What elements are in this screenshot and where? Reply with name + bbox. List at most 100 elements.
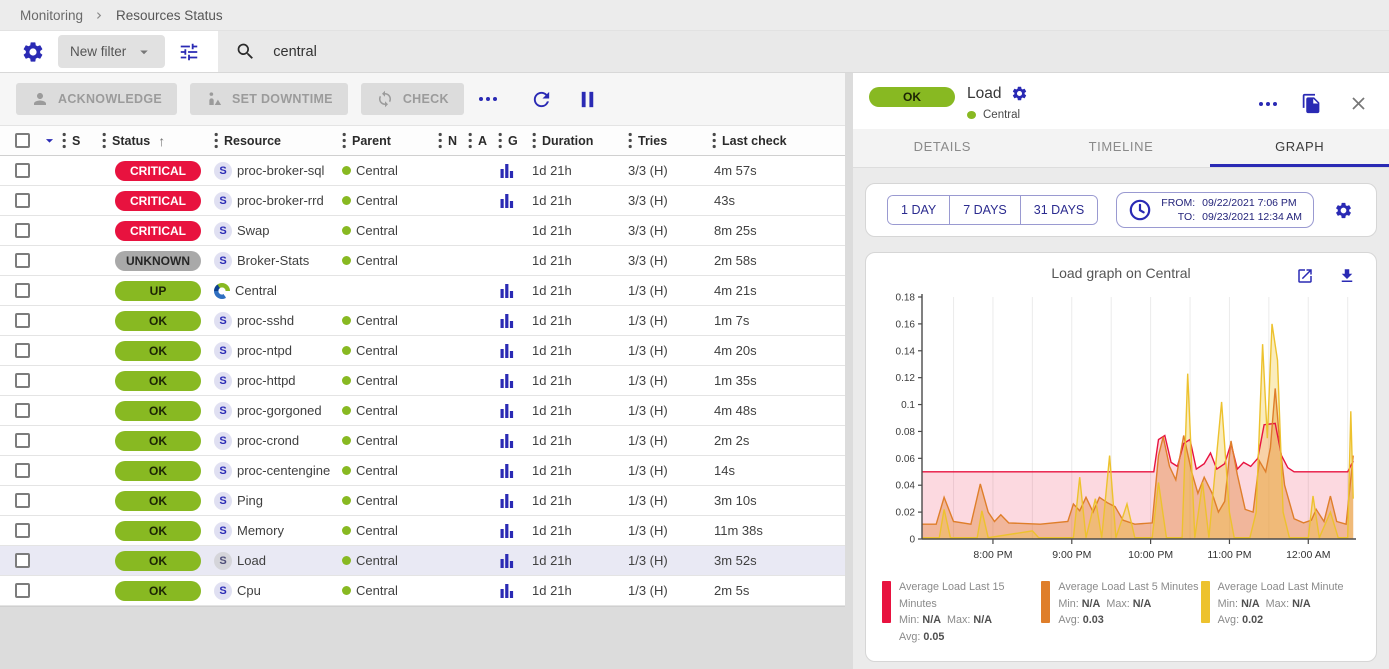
table-row[interactable]: OKSproc-httpdCentral1d 21h1/3 (H)1m 35s bbox=[0, 366, 845, 396]
row-checkbox[interactable] bbox=[15, 283, 30, 298]
drag-handle-icon[interactable] bbox=[102, 132, 107, 149]
drag-handle-icon[interactable] bbox=[342, 132, 347, 149]
graph-bars-icon[interactable] bbox=[498, 371, 516, 390]
range-button-1-day[interactable]: 1 DAY bbox=[888, 196, 950, 224]
parent-up-dot bbox=[342, 436, 351, 445]
new-filter-dropdown[interactable]: New filter bbox=[58, 35, 165, 68]
tab-graph[interactable]: GRAPH bbox=[1210, 129, 1389, 167]
graph-settings-gear-icon[interactable] bbox=[1332, 199, 1355, 222]
table-row[interactable]: CRITICALSproc-broker-sqlCentral1d 21h3/3… bbox=[0, 156, 845, 186]
tab-details[interactable]: DETAILS bbox=[853, 129, 1032, 167]
row-checkbox[interactable] bbox=[15, 343, 30, 358]
range-button-7-days[interactable]: 7 DAYS bbox=[950, 196, 1021, 224]
drag-handle-icon[interactable] bbox=[438, 132, 443, 149]
panel-more-actions-icon[interactable] bbox=[1259, 102, 1277, 106]
sort-asc-icon[interactable]: ↑ bbox=[158, 133, 165, 149]
row-checkbox[interactable] bbox=[15, 313, 30, 328]
column-label: A bbox=[478, 134, 487, 148]
graph-bars-icon[interactable] bbox=[498, 161, 516, 180]
table-row[interactable]: OKSproc-crondCentral1d 21h1/3 (H)2m 2s bbox=[0, 426, 845, 456]
table-row[interactable]: OKSproc-ntpdCentral1d 21h1/3 (H)4m 20s bbox=[0, 336, 845, 366]
set-downtime-button[interactable]: SET DOWNTIME bbox=[190, 83, 348, 115]
breadcrumb-item[interactable]: Resources Status bbox=[116, 8, 223, 23]
drag-handle-icon[interactable] bbox=[468, 132, 473, 149]
graph-bars-icon[interactable] bbox=[498, 311, 516, 330]
panel-settings-gear-icon[interactable] bbox=[1009, 83, 1030, 104]
graph-bars-icon[interactable] bbox=[498, 581, 516, 600]
drag-handle-icon[interactable] bbox=[628, 132, 633, 149]
search-input[interactable] bbox=[271, 43, 675, 61]
graph-bars-icon[interactable] bbox=[498, 551, 516, 570]
legend-item[interactable]: Average Load Last 5 MinutesMin: N/A Max:… bbox=[1041, 579, 1200, 646]
more-actions-icon[interactable] bbox=[479, 97, 497, 101]
drag-handle-icon[interactable] bbox=[712, 132, 717, 149]
drag-handle-icon[interactable] bbox=[62, 132, 67, 149]
row-checkbox[interactable] bbox=[15, 253, 30, 268]
duration-cell: 1d 21h bbox=[532, 313, 628, 328]
range-button-31-days[interactable]: 31 DAYS bbox=[1021, 196, 1098, 224]
legend-item[interactable]: Average Load Last MinuteMin: N/A Max: N/… bbox=[1201, 579, 1360, 646]
load-graph[interactable]: 00.020.040.060.080.10.120.140.160.188:00… bbox=[876, 283, 1366, 575]
column-header-n[interactable]: N bbox=[438, 132, 468, 149]
breadcrumb-item[interactable]: Monitoring bbox=[20, 8, 83, 23]
graph-bars-icon[interactable] bbox=[498, 461, 516, 480]
table-row[interactable]: OKSproc-gorgonedCentral1d 21h1/3 (H)4m 4… bbox=[0, 396, 845, 426]
graph-bars-icon[interactable] bbox=[498, 491, 516, 510]
graph-bars-icon[interactable] bbox=[498, 341, 516, 360]
filter-settings-gear-icon[interactable] bbox=[19, 38, 47, 66]
column-header-a[interactable]: A bbox=[468, 132, 498, 149]
row-checkbox[interactable] bbox=[15, 493, 30, 508]
row-checkbox[interactable] bbox=[15, 523, 30, 538]
from-to-picker[interactable]: FROM: 09/22/2021 7:06 PM TO: 09/23/2021 … bbox=[1116, 192, 1314, 228]
row-checkbox[interactable] bbox=[15, 373, 30, 388]
refresh-icon[interactable] bbox=[528, 86, 555, 113]
graph-bars-icon[interactable] bbox=[498, 281, 516, 300]
graph-bars-icon[interactable] bbox=[498, 401, 516, 420]
column-header-resource[interactable]: Resource bbox=[214, 132, 342, 149]
table-row[interactable]: OKSproc-sshdCentral1d 21h1/3 (H)1m 7s bbox=[0, 306, 845, 336]
graph-bars-icon[interactable] bbox=[498, 431, 516, 450]
close-panel-icon[interactable] bbox=[1346, 91, 1371, 116]
drag-handle-icon[interactable] bbox=[498, 132, 503, 149]
row-checkbox[interactable] bbox=[15, 463, 30, 478]
tries-cell: 1/3 (H) bbox=[628, 523, 712, 538]
row-checkbox[interactable] bbox=[15, 553, 30, 568]
download-icon[interactable] bbox=[1336, 265, 1358, 287]
select-all-checkbox[interactable] bbox=[15, 133, 30, 148]
graph-bars-icon[interactable] bbox=[498, 521, 516, 540]
row-checkbox[interactable] bbox=[15, 583, 30, 598]
graph-bars-icon[interactable] bbox=[498, 191, 516, 210]
table-row[interactable]: CRITICALSproc-broker-rrdCentral1d 21h3/3… bbox=[0, 186, 845, 216]
table-row[interactable]: CRITICALSSwapCentral1d 21h3/3 (H)8m 25s bbox=[0, 216, 845, 246]
table-row[interactable]: OKSMemoryCentral1d 21h1/3 (H)11m 38s bbox=[0, 516, 845, 546]
tune-filter-icon[interactable] bbox=[176, 39, 202, 65]
drag-handle-icon[interactable] bbox=[532, 132, 537, 149]
row-checkbox[interactable] bbox=[15, 403, 30, 418]
table-row[interactable]: OKSLoadCentral1d 21h1/3 (H)3m 52s bbox=[0, 546, 845, 576]
drag-handle-icon[interactable] bbox=[214, 132, 219, 149]
table-row[interactable]: UNKNOWNSBroker-StatsCentral1d 21h3/3 (H)… bbox=[0, 246, 845, 276]
select-actions-caret-icon[interactable] bbox=[39, 130, 60, 151]
column-header-s[interactable]: S bbox=[62, 132, 102, 149]
check-button[interactable]: CHECK bbox=[361, 83, 464, 115]
row-checkbox[interactable] bbox=[15, 193, 30, 208]
row-checkbox[interactable] bbox=[15, 433, 30, 448]
row-checkbox[interactable] bbox=[15, 163, 30, 178]
acknowledge-button[interactable]: ACKNOWLEDGE bbox=[16, 83, 177, 115]
pause-icon[interactable] bbox=[574, 86, 601, 113]
column-header-parent[interactable]: Parent bbox=[342, 132, 438, 149]
column-header-tries[interactable]: Tries bbox=[628, 132, 712, 149]
column-header-g[interactable]: G bbox=[498, 132, 532, 149]
legend-item[interactable]: Average Load Last 15 MinutesMin: N/A Max… bbox=[882, 579, 1041, 646]
table-row[interactable]: OKSPingCentral1d 21h1/3 (H)3m 10s bbox=[0, 486, 845, 516]
row-checkbox[interactable] bbox=[15, 223, 30, 238]
open-in-new-icon[interactable] bbox=[1294, 265, 1316, 287]
tab-timeline[interactable]: TIMELINE bbox=[1032, 129, 1211, 167]
copy-link-icon[interactable] bbox=[1299, 91, 1324, 116]
table-row[interactable]: UPCentral1d 21h1/3 (H)4m 21s bbox=[0, 276, 845, 306]
column-header-last_check[interactable]: Last check bbox=[712, 132, 845, 149]
column-header-duration[interactable]: Duration bbox=[532, 132, 628, 149]
table-row[interactable]: OKSproc-centengineCentral1d 21h1/3 (H)14… bbox=[0, 456, 845, 486]
table-row[interactable]: OKSCpuCentral1d 21h1/3 (H)2m 5s bbox=[0, 576, 845, 606]
column-header-status[interactable]: Status↑ bbox=[102, 132, 214, 149]
